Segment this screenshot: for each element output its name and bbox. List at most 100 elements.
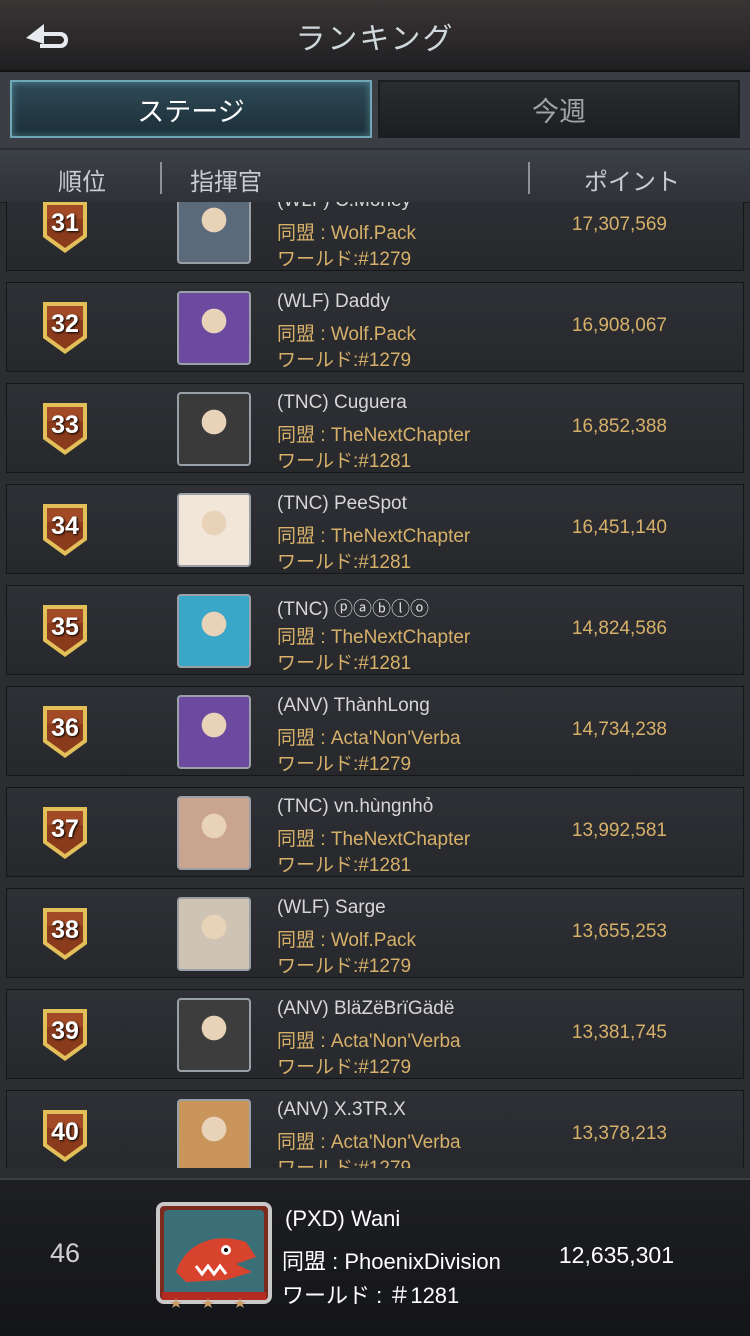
commander-name: (TNC) PeeSpot xyxy=(277,493,407,514)
ranking-row[interactable]: 38 (WLF) Sarge 同盟 : Wolf.Pack ワールド:#1279… xyxy=(6,888,744,978)
tab-stage-label: ステージ xyxy=(137,96,245,127)
commander-alliance: 同盟 : TheNextChapter xyxy=(277,627,471,648)
commander-world: ワールド:#1281 xyxy=(277,552,412,573)
commander-avatar[interactable] xyxy=(177,493,251,567)
my-avatar[interactable] xyxy=(156,1202,272,1312)
commander-alliance: 同盟 : Wolf.Pack xyxy=(277,223,417,244)
column-header: 順位 指揮官 ポイント xyxy=(0,150,750,203)
commander-alliance: 同盟 : Wolf.Pack xyxy=(277,930,417,951)
column-divider xyxy=(160,162,162,194)
rank-number: 37 xyxy=(51,815,79,843)
ranking-row[interactable]: 35 (TNC) ⓟⓐⓑⓛⓞ 同盟 : TheNextChapter ワールド:… xyxy=(6,585,744,675)
commander-points: 14,824,586 xyxy=(571,618,667,639)
commander-name: (TNC) ⓟⓐⓑⓛⓞ xyxy=(277,599,429,620)
commander-points: 13,992,581 xyxy=(571,820,667,841)
commander-alliance: 同盟 : Wolf.Pack xyxy=(277,324,417,345)
ranking-row[interactable]: 33 (TNC) Cuguera 同盟 : TheNextChapter ワール… xyxy=(6,383,744,473)
rank-badge-icon: 35 xyxy=(41,603,89,659)
tab-this-week[interactable]: 今週 xyxy=(378,80,740,138)
my-world: ワールド : ＃1281 xyxy=(282,1283,460,1308)
commander-name: (WLF) Daddy xyxy=(277,291,390,312)
commander-world: ワールド:#1279 xyxy=(277,956,412,977)
rank-number: 35 xyxy=(51,613,79,641)
ranking-list[interactable]: 31 (WLF) C.Money 同盟 : Wolf.Pack ワールド:#12… xyxy=(0,202,750,1168)
commander-points: 16,451,140 xyxy=(571,517,667,538)
rank-number: 34 xyxy=(51,512,79,540)
commander-points: 14,734,238 xyxy=(571,719,667,740)
rank-number: 32 xyxy=(51,310,79,338)
commander-name: (WLF) Sarge xyxy=(277,897,386,918)
commander-name: (WLF) C.Money xyxy=(277,202,411,212)
commander-alliance: 同盟 : TheNextChapter xyxy=(277,526,471,547)
column-divider xyxy=(528,162,530,194)
rank-number: 39 xyxy=(51,1017,79,1045)
rank-badge-icon: 36 xyxy=(41,704,89,760)
commander-alliance: 同盟 : Acta'Non'Verba xyxy=(277,1132,461,1153)
rank-badge-icon: 31 xyxy=(41,202,89,255)
my-rank: 46 xyxy=(50,1238,81,1268)
commander-alliance: 同盟 : TheNextChapter xyxy=(277,425,471,446)
commander-name: (TNC) Cuguera xyxy=(277,392,407,413)
ranking-row[interactable]: 32 (WLF) Daddy 同盟 : Wolf.Pack ワールド:#1279… xyxy=(6,282,744,372)
tab-bar: ステージ 今週 xyxy=(0,72,750,148)
rank-number: 40 xyxy=(51,1118,79,1146)
rank-badge-icon: 40 xyxy=(41,1108,89,1164)
commander-world: ワールド:#1281 xyxy=(277,653,412,674)
rank-number: 38 xyxy=(51,916,79,944)
rank-number: 33 xyxy=(51,411,79,439)
commander-avatar[interactable] xyxy=(177,594,251,668)
commander-avatar[interactable] xyxy=(177,291,251,365)
commander-name: (ANV) X.3TR.X xyxy=(277,1099,406,1120)
my-rank-bar: 46 (PXD) Wani 同盟 : PhoenixDivision ワールド … xyxy=(0,1178,750,1336)
ranking-row[interactable]: 37 (TNC) vn.hùngnhỏ 同盟 : TheNextChapter … xyxy=(6,787,744,877)
rank-badge-icon: 37 xyxy=(41,805,89,861)
commander-alliance: 同盟 : Acta'Non'Verba xyxy=(277,728,461,749)
commander-avatar[interactable] xyxy=(177,998,251,1072)
top-bar: ランキング xyxy=(0,0,750,72)
commander-world: ワールド:#1281 xyxy=(277,855,412,876)
my-name: (PXD) Wani xyxy=(285,1206,401,1231)
commander-avatar[interactable] xyxy=(177,1099,251,1168)
rank-badge-icon: 38 xyxy=(41,906,89,962)
rank-badge-icon: 39 xyxy=(41,1007,89,1063)
commander-avatar[interactable] xyxy=(177,202,251,264)
column-commander: 指揮官 xyxy=(190,169,262,196)
commander-world: ワールド:#1279 xyxy=(277,1057,412,1078)
ranking-row[interactable]: 39 (ANV) BläZëBrïGädë 同盟 : Acta'Non'Verb… xyxy=(6,989,744,1079)
my-alliance: 同盟 : PhoenixDivision xyxy=(282,1249,501,1274)
commander-avatar[interactable] xyxy=(177,695,251,769)
page-title: ランキング xyxy=(295,23,455,56)
commander-alliance: 同盟 : TheNextChapter xyxy=(277,829,471,850)
column-points: ポイント xyxy=(584,169,680,196)
commander-avatar[interactable] xyxy=(177,392,251,466)
commander-points: 16,852,388 xyxy=(571,416,667,437)
commander-name: (ANV) BläZëBrïGädë xyxy=(277,998,455,1019)
commander-points: 13,381,745 xyxy=(571,1022,667,1043)
commander-avatar[interactable] xyxy=(177,897,251,971)
tab-this-week-label: 今週 xyxy=(532,96,586,127)
commander-world: ワールド:#1279 xyxy=(277,1153,411,1168)
rank-badge-icon: 34 xyxy=(41,502,89,558)
commander-points: 17,307,569 xyxy=(571,214,667,235)
commander-world: ワールド:#1279 xyxy=(277,754,412,775)
column-rank: 順位 xyxy=(58,169,106,196)
rank-number: 31 xyxy=(51,209,79,237)
commander-name: (TNC) vn.hùngnhỏ xyxy=(277,796,434,817)
tab-stage[interactable]: ステージ xyxy=(10,80,372,138)
commander-points: 13,378,213 xyxy=(571,1123,667,1144)
ranking-row[interactable]: 40 (ANV) X.3TR.X 同盟 : Acta'Non'Verba ワール… xyxy=(6,1090,744,1168)
commander-world: ワールド:#1279 xyxy=(277,350,412,371)
commander-points: 13,655,253 xyxy=(571,921,667,942)
ranking-row[interactable]: 36 (ANV) ThànhLong 同盟 : Acta'Non'Verba ワ… xyxy=(6,686,744,776)
commander-world: ワールド:#1281 xyxy=(277,451,412,472)
my-points: 12,635,301 xyxy=(558,1242,674,1268)
rank-badge-icon: 33 xyxy=(41,401,89,457)
ranking-row[interactable]: 31 (WLF) C.Money 同盟 : Wolf.Pack ワールド:#12… xyxy=(6,202,744,271)
ranking-row[interactable]: 34 (TNC) PeeSpot 同盟 : TheNextChapter ワール… xyxy=(6,484,744,574)
rank-badge-icon: 32 xyxy=(41,300,89,356)
commander-avatar[interactable] xyxy=(177,796,251,870)
rank-number: 36 xyxy=(51,714,79,742)
commander-world: ワールド:#1279 xyxy=(277,249,412,270)
commander-name: (ANV) ThànhLong xyxy=(277,695,430,716)
commander-alliance: 同盟 : Acta'Non'Verba xyxy=(277,1031,461,1052)
